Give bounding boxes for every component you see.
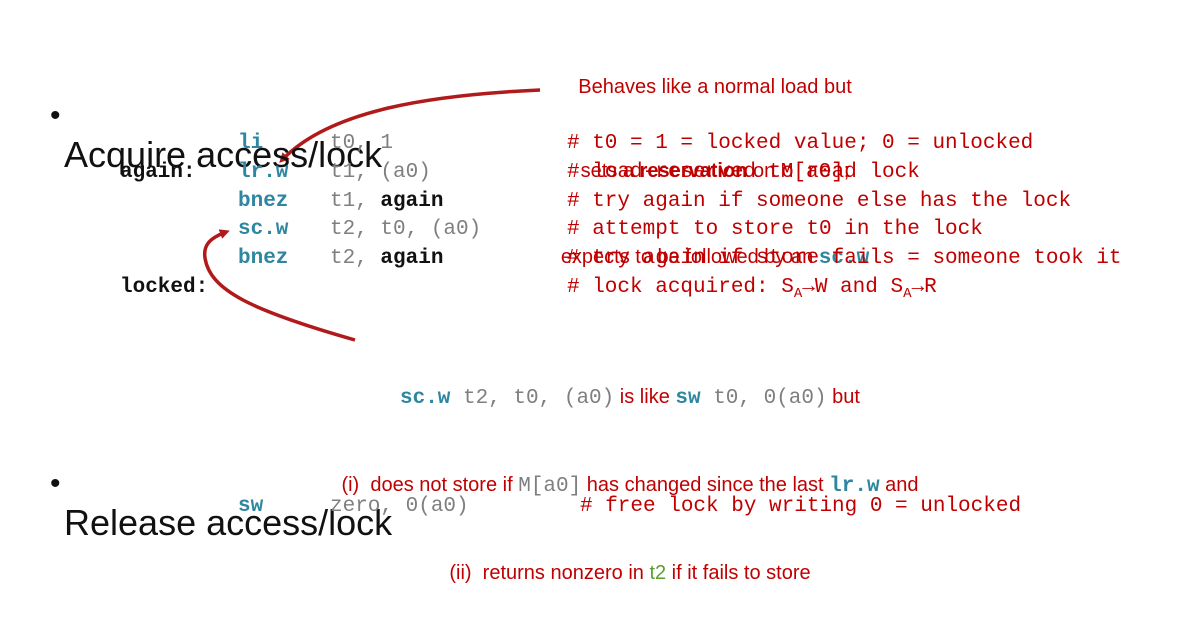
bottom-note-line3: (ii) returns nonzero in t2 if it fails t… (290, 559, 970, 588)
bullet-release: • Release access/lock (30, 418, 392, 544)
release-comment: # free lock by writing 0 = unlocked (580, 495, 1022, 518)
arg: t1, (330, 190, 381, 213)
code-text: sc.w (400, 387, 451, 410)
text: →R (911, 276, 937, 299)
code-comment: # load-reserved to read lock (567, 161, 920, 184)
text: # lock acquired: S (567, 276, 794, 299)
text: →W and S (802, 276, 904, 299)
code-label: locked: (120, 276, 209, 299)
bullet-dot: • (50, 467, 61, 500)
code-text: t2, t0, (a0) (450, 387, 615, 410)
bullet-acquire: • Acquire access/lock (30, 50, 382, 176)
instr: li (238, 132, 264, 155)
text: (ii) returns nonzero in (449, 562, 650, 584)
code-text: t0, 0(a0) (700, 387, 827, 410)
code-comment: # t0 = 1 = locked value; 0 = unlocked (567, 132, 1034, 155)
code-op: lr.w (238, 161, 289, 184)
text: if it fails to store (666, 562, 811, 584)
text: has changed since the last (581, 474, 830, 496)
code-op: bnez (238, 190, 289, 213)
code-op: sc.w (238, 218, 289, 241)
code-args: t1, again (330, 190, 443, 213)
code-args: t1, (a0) (330, 161, 431, 184)
arg-label: again (380, 190, 444, 213)
code-comment: # try again if store fails = someone too… (567, 247, 1122, 270)
code-args: t2, t0, (a0) (330, 218, 482, 241)
code-text: sw (675, 387, 701, 410)
code-args: t2, again (330, 247, 443, 270)
text: is like (614, 386, 676, 408)
subscript: A (793, 286, 803, 303)
release-op: sw (238, 495, 264, 518)
arg-label: again (380, 247, 444, 270)
code-args: t0, 1 (330, 132, 394, 155)
code-op: li (238, 132, 263, 155)
register-text: t2 (649, 562, 667, 584)
code-comment: # lock acquired: SA→W and SA→R (567, 276, 937, 302)
code-label: again: (120, 161, 196, 184)
text: but (826, 386, 860, 408)
bottom-note-line1: sc.w t2, t0, (a0) is like sw t0, 0(a0) b… (290, 383, 970, 413)
code-op: bnez (238, 247, 289, 270)
code-text: M[a0] (518, 475, 582, 498)
bullet-dot: • (50, 99, 61, 132)
code-comment: # attempt to store t0 in the lock (567, 218, 983, 241)
text: and (879, 474, 919, 496)
code-comment: # try again if someone else has the lock (567, 190, 1072, 213)
top-note-line1: Behaves like a normal load but (578, 76, 852, 98)
arg: t2, (330, 247, 381, 270)
release-args: zero, 0(a0) (330, 495, 469, 518)
